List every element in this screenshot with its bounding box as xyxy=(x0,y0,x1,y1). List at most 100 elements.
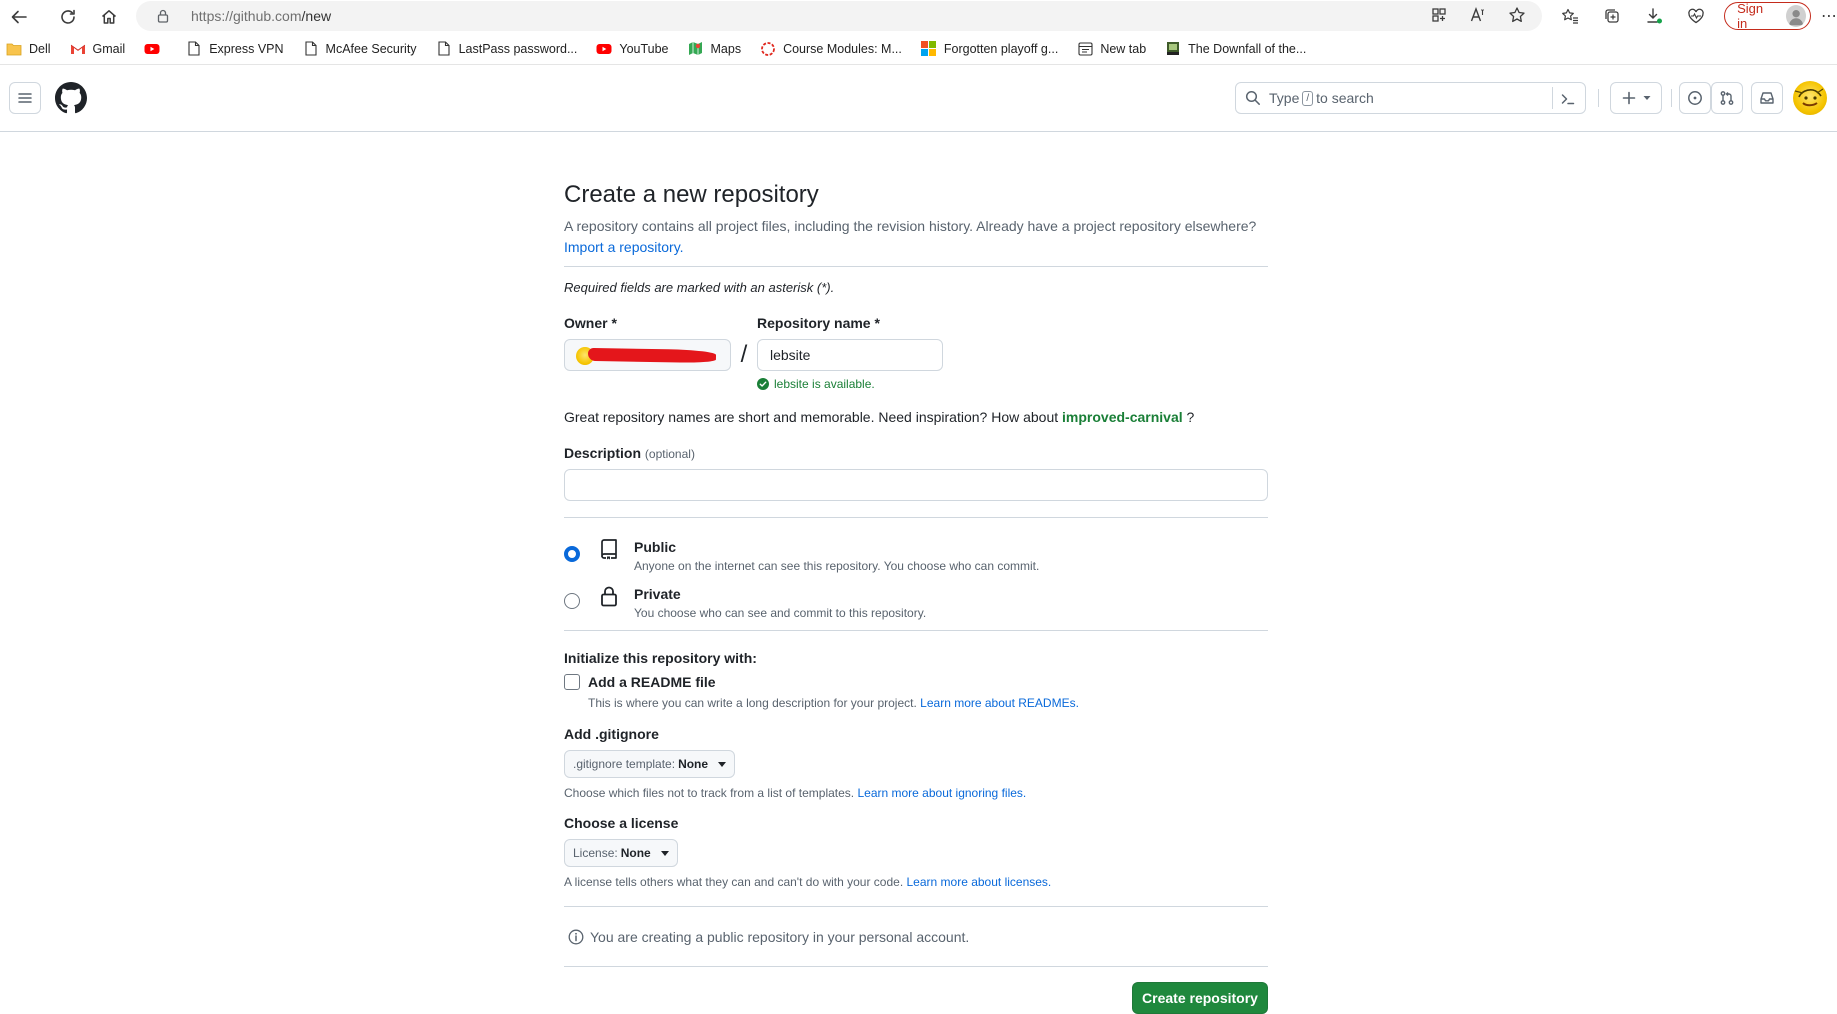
inbox-button[interactable] xyxy=(1751,82,1783,114)
gitignore-learn-more-link[interactable]: Learn more about ignoring files. xyxy=(857,786,1026,800)
visibility-options: Public Anyone on the internet can see th… xyxy=(564,537,1268,631)
favorite-star-icon[interactable] xyxy=(1508,6,1526,24)
back-arrow-icon[interactable] xyxy=(4,2,34,32)
gitignore-label: Add .gitignore xyxy=(564,726,659,742)
read-aloud-icon[interactable] xyxy=(1469,6,1487,24)
import-repository-link[interactable]: Import a repository. xyxy=(564,239,684,255)
readme-learn-more-link[interactable]: Learn more about READMEs. xyxy=(920,696,1079,710)
bookmark-gmail[interactable]: Gmail xyxy=(70,41,126,57)
license-dropdown[interactable]: License: None xyxy=(564,839,678,867)
readme-checkbox[interactable] xyxy=(564,674,580,690)
gitignore-template-dropdown[interactable]: .gitignore template: None xyxy=(564,750,736,778)
header-divider xyxy=(1598,89,1599,107)
hamburger-menu-icon[interactable] xyxy=(9,82,41,114)
app-available-icon[interactable] xyxy=(1430,6,1448,24)
suggested-name-button[interactable]: improved-carnival xyxy=(1062,409,1183,425)
bookmark-label: The Downfall of the... xyxy=(1188,41,1307,56)
sign-in-button[interactable]: Sign in xyxy=(1724,1,1812,31)
search-divider xyxy=(1552,87,1553,109)
reload-icon[interactable] xyxy=(53,2,83,32)
bookmark-lastpass[interactable]: LastPass password... xyxy=(436,41,577,57)
create-new-dropdown[interactable] xyxy=(1610,82,1662,114)
divider xyxy=(564,517,1268,518)
license-dropdown-value: None xyxy=(620,846,651,860)
repository-name-input[interactable]: lebsite xyxy=(757,339,943,371)
owner-select[interactable] xyxy=(564,339,731,371)
github-logo-icon[interactable] xyxy=(55,82,87,114)
initialize-title: Initialize this repository with: xyxy=(564,650,757,666)
bookmark-label: Forgotten playoff g... xyxy=(943,41,1059,56)
public-title: Public xyxy=(634,539,677,555)
gitignore-note: Choose which files not to track from a l… xyxy=(564,786,1268,800)
home-icon[interactable] xyxy=(94,2,124,32)
page-title: Create a new repository xyxy=(564,181,819,208)
youtube-icon xyxy=(596,41,612,57)
command-palette-icon[interactable] xyxy=(1560,91,1576,107)
inspiration-suffix: ? xyxy=(1186,409,1195,425)
caret-down-icon xyxy=(660,850,669,856)
bookmark-label: McAfee Security xyxy=(325,41,417,56)
bookmark-downfall[interactable]: The Downfall of the... xyxy=(1165,41,1306,57)
readme-label[interactable]: Add a README file xyxy=(588,674,716,690)
lock-icon[interactable] xyxy=(155,8,171,24)
page-icon xyxy=(303,41,319,57)
bookmark-maps[interactable]: Maps xyxy=(688,41,742,57)
readme-note-text: This is where you can write a long descr… xyxy=(588,696,917,710)
issues-button[interactable] xyxy=(1679,82,1711,114)
bookmark-youtube-icon-only[interactable] xyxy=(144,41,167,57)
visibility-private-option[interactable]: Private You choose who can see and commi… xyxy=(564,584,1268,631)
license-learn-more-link[interactable]: Learn more about licenses. xyxy=(907,875,1052,889)
bookmark-mcafee[interactable]: McAfee Security xyxy=(303,41,417,57)
availability-message: lebsite is available. xyxy=(757,377,943,391)
triangle-down-icon xyxy=(1643,94,1651,102)
global-search-input[interactable]: Type / to search xyxy=(1235,82,1586,114)
search-icon xyxy=(1245,90,1261,106)
private-radio[interactable] xyxy=(564,593,580,609)
youtube-icon xyxy=(144,41,160,57)
address-bar[interactable]: https://github.com/new xyxy=(136,1,1542,31)
readme-option[interactable]: Add a README file xyxy=(564,674,1268,690)
owner-repo-separator: / xyxy=(740,341,748,368)
lock-icon xyxy=(597,584,621,608)
repository-name-field: Repository name * lebsite lebsite is ava… xyxy=(757,315,943,391)
visibility-public-option[interactable]: Public Anyone on the internet can see th… xyxy=(564,537,1268,584)
bookmark-label: Maps xyxy=(710,41,742,56)
public-radio[interactable] xyxy=(564,546,580,562)
repository-name-label: Repository name * xyxy=(757,315,880,331)
bookmark-dell[interactable]: Dell xyxy=(6,41,51,57)
collections-icon[interactable] xyxy=(1598,1,1626,31)
create-repository-button[interactable]: Create repository xyxy=(1132,982,1268,1014)
url-host: https://github.com xyxy=(191,8,302,24)
favorites-icon[interactable] xyxy=(1556,1,1584,31)
bookmark-youtube[interactable]: YouTube xyxy=(596,41,669,57)
search-shortcut-key: / xyxy=(1302,90,1314,106)
gitignore-dropdown-value: None xyxy=(678,757,709,771)
browser-essentials-icon[interactable] xyxy=(1682,1,1710,31)
bookmark-new-tab[interactable]: New tab xyxy=(1077,41,1146,57)
owner-label: Owner * xyxy=(564,315,617,331)
bookmark-forgotten-playoff[interactable]: Forgotten playoff g... xyxy=(921,41,1058,57)
inspiration-prefix: Great repository names are short and mem… xyxy=(564,409,1059,425)
bookmark-course-modules[interactable]: Course Modules: M... xyxy=(760,41,902,57)
more-options-icon[interactable]: ⋯ xyxy=(1821,6,1837,26)
address-url[interactable]: https://github.com/new xyxy=(191,8,331,24)
browser-right-controls: Sign in ⋯ xyxy=(1556,1,1837,31)
description-input[interactable] xyxy=(564,469,1268,501)
github-header: Type / to search xyxy=(0,65,1837,132)
git-pull-request-icon xyxy=(1719,90,1735,106)
bookmark-express-vpn[interactable]: Express VPN xyxy=(186,41,284,57)
issue-opened-icon xyxy=(1687,90,1703,106)
browser-toolbar: https://github.com/new Sign in ⋯ xyxy=(0,0,1837,33)
pull-requests-button[interactable] xyxy=(1711,82,1743,114)
search-placeholder-suffix: to search xyxy=(1316,90,1374,106)
bookmark-label: Course Modules: M... xyxy=(783,41,902,56)
bookmark-label: YouTube xyxy=(619,41,669,56)
license-label: Choose a license xyxy=(564,815,679,831)
repo-icon xyxy=(597,537,621,561)
user-avatar[interactable] xyxy=(1793,81,1827,115)
divider xyxy=(564,966,1268,967)
bookmark-label: Gmail xyxy=(92,41,126,56)
downloads-icon[interactable] xyxy=(1640,1,1668,31)
url-path: /new xyxy=(301,8,332,24)
gitignore-note-text: Choose which files not to track from a l… xyxy=(564,786,855,800)
